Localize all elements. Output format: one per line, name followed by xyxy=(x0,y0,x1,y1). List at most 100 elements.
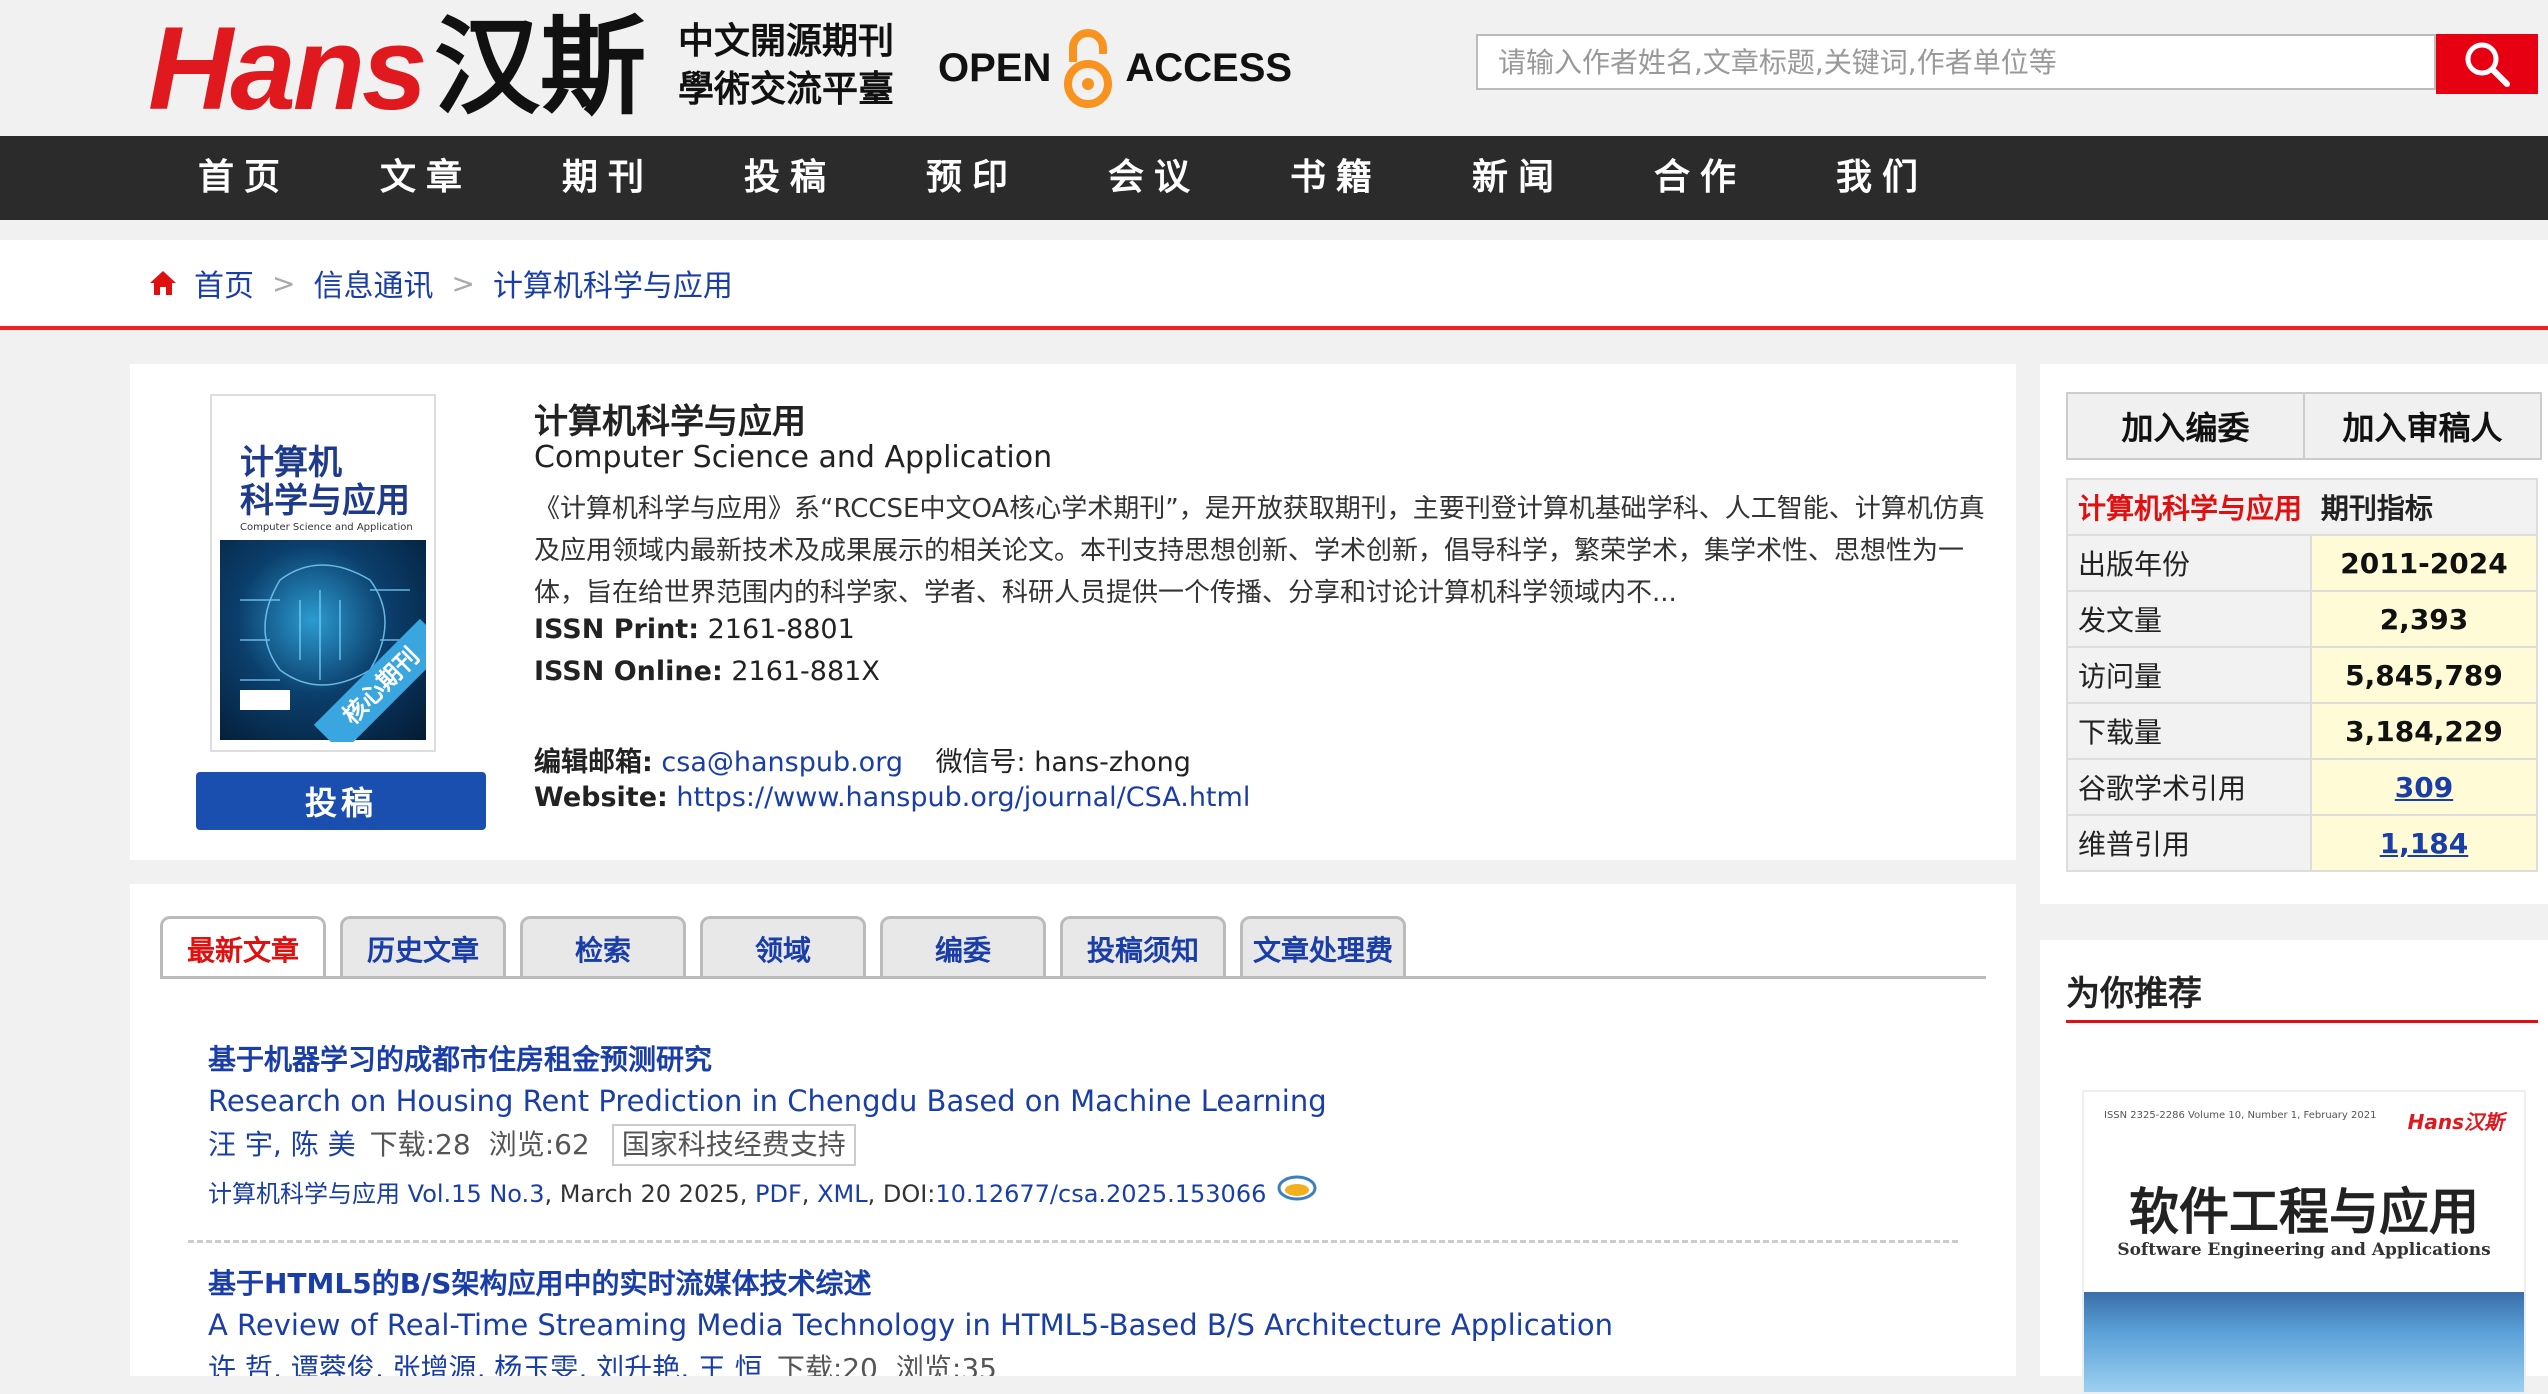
journal-title-cn: 计算机科学与应用 xyxy=(534,402,806,442)
article-authors[interactable]: 汪 宇, 陈 美 xyxy=(208,1122,356,1168)
breadcrumb-bar: 首页 > 信息通讯 > 计算机科学与应用 xyxy=(0,240,2548,330)
metric-row: 维普引用 1,184 xyxy=(2066,814,2538,872)
breadcrumb-current[interactable]: 计算机科学与应用 xyxy=(493,261,733,305)
article-downloads: 下载:28 xyxy=(369,1128,471,1161)
metric-row: 下载量 3,184,229 xyxy=(2066,702,2538,760)
nav-about[interactable]: 我们 xyxy=(1836,136,1928,220)
tab-fields[interactable]: 领域 xyxy=(700,916,866,978)
article-title-cn[interactable]: 基于机器学习的成都市住房租金预测研究 xyxy=(208,1040,1948,1080)
article-separator xyxy=(188,1240,1958,1243)
metric-value: 2011-2024 xyxy=(2310,534,2538,592)
join-reviewer-button[interactable]: 加入审稿人 xyxy=(2303,394,2540,458)
metric-row: 访问量 5,845,789 xyxy=(2066,646,2538,704)
logo-hans[interactable]: Hans xyxy=(148,10,428,128)
website-line: Website: https://www.hanspub.org/journal… xyxy=(534,782,1250,813)
pdf-link[interactable]: PDF xyxy=(755,1180,802,1208)
article-citation: 计算机科学与应用 Vol.15 No.3, March 20 2025, PDF… xyxy=(208,1174,1948,1214)
doi-link[interactable]: 10.12677/csa.2025.153066 xyxy=(935,1180,1266,1208)
xml-link[interactable]: XML xyxy=(817,1180,868,1208)
nav-articles[interactable]: 文章 xyxy=(380,136,472,220)
contact-line: 编辑邮箱: csa@hanspub.org 微信号: hans-zhong xyxy=(534,740,1191,779)
google-scholar-citations-link[interactable]: 309 xyxy=(2395,771,2453,804)
nav-books[interactable]: 书籍 xyxy=(1290,136,1382,220)
metric-value: 3,184,229 xyxy=(2310,702,2538,760)
article-meta: 汪 宇, 陈 美 下载:28 浏览:62 国家科技经费支持 xyxy=(208,1122,1948,1168)
rec-cover-logo: Hans汉斯 xyxy=(2407,1110,2504,1134)
cover-title-cn: 计算机 科学与应用 xyxy=(240,443,410,521)
nav-home[interactable]: 首页 xyxy=(198,136,290,220)
journal-description: 《计算机科学与应用》系“RCCSE中文OA核心学术期刊”，是开放获取期刊，主要刊… xyxy=(534,494,1985,608)
rec-cover-title-cn: 软件工程与应用 xyxy=(2129,1182,2479,1241)
join-buttons: 加入编委 加入审稿人 xyxy=(2066,392,2542,460)
metric-label: 访问量 xyxy=(2066,646,2312,704)
tab-processing-fee[interactable]: 文章处理费 xyxy=(1240,916,1406,978)
article-views: 浏览:62 xyxy=(488,1128,590,1161)
nav-cooperation[interactable]: 合作 xyxy=(1654,136,1746,220)
website-link[interactable]: https://www.hanspub.org/journal/CSA.html xyxy=(676,782,1250,813)
nav-journals[interactable]: 期刊 xyxy=(562,136,654,220)
tagline-line1: 中文開源期刊 xyxy=(678,21,895,62)
metric-label: 发文量 xyxy=(2066,590,2312,648)
article-downloads: 下载:20 xyxy=(776,1352,878,1376)
issn-print-value: 2161-8801 xyxy=(707,614,855,645)
barcode xyxy=(240,690,290,710)
tagline: 中文開源期刊 學術交流平臺 xyxy=(678,18,894,114)
rec-cover-title-en: Software Engineering and Applications xyxy=(2117,1240,2491,1260)
nav-preprint[interactable]: 预印 xyxy=(926,136,1018,220)
doi-label: , DOI: xyxy=(867,1180,936,1208)
metrics-header: 计算机科学与应用 期刊指标 xyxy=(2066,478,2538,536)
tab-latest-articles[interactable]: 最新文章 xyxy=(160,916,326,978)
tab-editorial-board[interactable]: 编委 xyxy=(880,916,1046,978)
metric-row: 谷歌学术引用 309 xyxy=(2066,758,2538,816)
citation-date: , March 20 2025, xyxy=(544,1180,748,1208)
article-authors[interactable]: 许 哲, 谭蓉俊, 张增源, 杨玉雯, 刘升艳, 王 恒 xyxy=(208,1346,763,1376)
rec-cover-meta: ISSN 2325-2286 Volume 10, Number 1, Febr… xyxy=(2104,1110,2377,1121)
citation-volume-link[interactable]: Vol.15 No.3 xyxy=(408,1180,545,1208)
main-nav: 首页 文章 期刊 投稿 预印 会议 书籍 新闻 合作 我们 xyxy=(0,136,2548,220)
join-editorial-board-button[interactable]: 加入编委 xyxy=(2068,394,2303,458)
cover-title-en: Computer Science and Application xyxy=(240,522,413,533)
article-title-en[interactable]: Research on Housing Rent Prediction in C… xyxy=(208,1080,1948,1122)
metric-label: 下载量 xyxy=(2066,702,2312,760)
recommended-journal-cover[interactable]: ISSN 2325-2286 Volume 10, Number 1, Febr… xyxy=(2082,1090,2526,1394)
nav-conferences[interactable]: 会议 xyxy=(1108,136,1200,220)
breadcrumb-separator: > xyxy=(272,266,296,300)
journal-cover[interactable]: 计算机 科学与应用 Computer Science and Applicati… xyxy=(210,394,436,752)
breadcrumb-home[interactable]: 首页 xyxy=(194,261,254,305)
tab-search[interactable]: 检索 xyxy=(520,916,686,978)
citation-journal-link[interactable]: 计算机科学与应用 xyxy=(208,1180,400,1208)
search-input[interactable] xyxy=(1476,34,2436,90)
submit-paper-button[interactable]: 投稿 xyxy=(196,772,486,830)
site-header: Hans 汉斯 中文開源期刊 學術交流平臺 OPEN ACCESS xyxy=(0,0,2548,136)
metric-value: 5,845,789 xyxy=(2310,646,2538,704)
nav-news[interactable]: 新闻 xyxy=(1472,136,1564,220)
tab-submission-guide[interactable]: 投稿须知 xyxy=(1060,916,1226,978)
issn-print-label: ISSN Print: xyxy=(534,614,700,645)
funding-badge: 国家科技经费支持 xyxy=(611,1124,856,1166)
logo-cn[interactable]: 汉斯 xyxy=(434,8,646,128)
recommend-panel: 为你推荐 ISSN 2325-2286 Volume 10, Number 1,… xyxy=(2040,940,2548,1394)
tab-history-articles[interactable]: 历史文章 xyxy=(340,916,506,978)
metric-label: 谷歌学术引用 xyxy=(2066,758,2312,816)
recommend-underline xyxy=(2066,1020,2538,1023)
metrics-title: 期刊指标 xyxy=(2320,492,2433,525)
nav-submit[interactable]: 投稿 xyxy=(744,136,836,220)
issn-print: ISSN Print: 2161-8801 xyxy=(534,614,855,645)
cqvip-citations-link[interactable]: 1,184 xyxy=(2380,827,2469,860)
metric-row: 出版年份 2011-2024 xyxy=(2066,534,2538,592)
search-button[interactable] xyxy=(2436,34,2538,94)
metrics-journal-name[interactable]: 计算机科学与应用 xyxy=(2078,492,2302,525)
metric-value-cell: 1,184 xyxy=(2310,814,2538,872)
search-box xyxy=(1476,34,2538,94)
metric-label: 维普引用 xyxy=(2066,814,2312,872)
article-views: 浏览:35 xyxy=(895,1352,997,1376)
article-title-en[interactable]: A Review of Real-Time Streaming Media Te… xyxy=(208,1304,1948,1346)
email-link[interactable]: csa@hanspub.org xyxy=(661,747,903,778)
crossref-icon[interactable] xyxy=(1276,1174,1318,1202)
breadcrumb-separator: > xyxy=(451,266,475,300)
open-access-logo: OPEN ACCESS xyxy=(938,28,1292,108)
article-title-cn[interactable]: 基于HTML5的B/S架构应用中的实时流媒体技术综述 xyxy=(208,1264,1948,1304)
rec-cover-artwork xyxy=(2084,1292,2524,1392)
article-item: 基于机器学习的成都市住房租金预测研究 Research on Housing R… xyxy=(208,1040,1948,1214)
breadcrumb-category[interactable]: 信息通讯 xyxy=(313,261,433,305)
